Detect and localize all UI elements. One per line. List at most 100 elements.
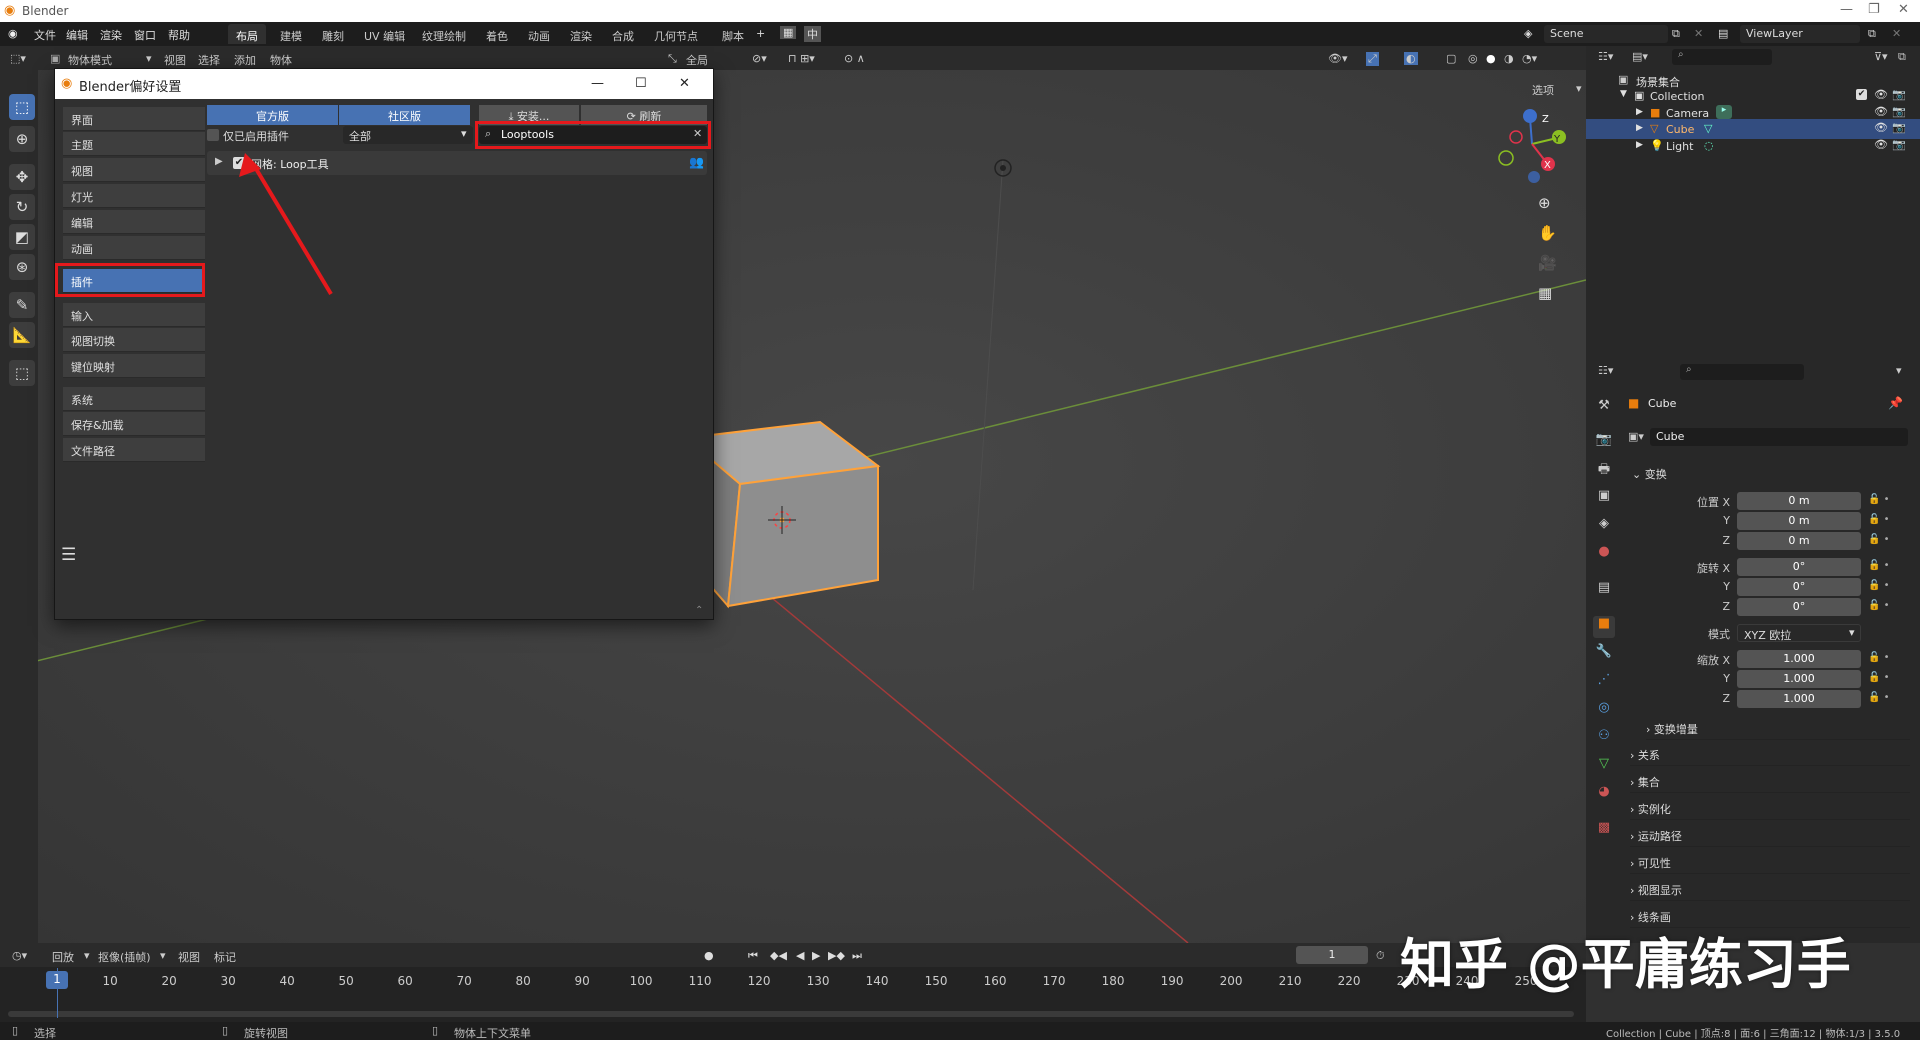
transform-orientation-icon[interactable]: ⤡	[668, 52, 677, 66]
expand-arrow-icon[interactable]: ▼	[1620, 89, 1627, 99]
tab-texture-paint[interactable]: 纹理绘制	[414, 24, 474, 44]
zoom-icon[interactable]: ⊕	[1538, 194, 1551, 212]
play-icon[interactable]: ▶	[812, 949, 820, 962]
editor-type-icon[interactable]: ⬚▾	[10, 52, 26, 65]
scale-y-field[interactable]: 1.000	[1737, 670, 1861, 688]
scene-tab-icon[interactable]: ◈	[1593, 516, 1615, 538]
lock-icon[interactable]: 🔓 •	[1868, 514, 1890, 525]
object-type-icon[interactable]: ▣▾	[1628, 430, 1644, 443]
transform-section-header[interactable]: ⌄ 变换	[1632, 466, 1667, 482]
shading-wireframe-icon[interactable]: ◎	[1468, 52, 1478, 65]
eye-icon[interactable]: 👁	[1874, 88, 1888, 101]
expand-arrow-icon[interactable]: ▶	[1636, 140, 1643, 150]
tab-compositing[interactable]: 合成	[604, 24, 642, 44]
scene-selector[interactable]: Scene	[1544, 25, 1668, 43]
delete-view-layer-icon[interactable]: ✕	[1892, 27, 1901, 40]
timeline-editor-icon[interactable]: ◷▾	[12, 949, 27, 962]
tab-rendering[interactable]: 渲染	[562, 24, 600, 44]
prev-keyframe-icon[interactable]: ◆◀	[770, 949, 787, 962]
stopwatch-icon[interactable]: ⏱	[1376, 949, 1385, 963]
xray-icon[interactable]: ▢	[1446, 52, 1456, 65]
lock-icon[interactable]: 🔓 •	[1868, 494, 1890, 505]
scene-icon[interactable]: ◈	[1524, 27, 1532, 40]
rotation-z-field[interactable]: 0°	[1737, 598, 1861, 616]
annotate-tool-icon[interactable]: ✎	[9, 292, 35, 318]
scale-tool-icon[interactable]: ◩	[9, 224, 35, 250]
resize-handle-icon[interactable]: ⌃	[695, 605, 703, 616]
render-tab-icon[interactable]: 📷	[1593, 432, 1615, 454]
timeline-menu-view[interactable]: 视图	[178, 949, 200, 965]
location-y-field[interactable]: 0 m	[1737, 512, 1861, 530]
data-tab-icon[interactable]: ▽	[1593, 756, 1615, 778]
collection-checkbox[interactable]: ✔	[1856, 89, 1867, 100]
timeline-menu-marker[interactable]: 标记	[214, 949, 236, 965]
tab-modeling[interactable]: 建模	[272, 24, 310, 44]
add-cube-tool-icon[interactable]: ⬚	[9, 360, 35, 386]
outliner-editor-icon[interactable]: ☷▾	[1598, 50, 1613, 63]
cursor-tool-icon[interactable]: ⊕	[9, 126, 35, 152]
pan-hand-icon[interactable]: ✋	[1538, 224, 1557, 242]
tab-shading[interactable]: 着色	[478, 24, 516, 44]
scale-x-field[interactable]: 1.000	[1737, 650, 1861, 668]
timeline-scrollbar[interactable]	[8, 1011, 1574, 1017]
viewport-menu-view[interactable]: 视图	[164, 52, 186, 68]
timeline-menu-playback[interactable]: 回放	[52, 949, 74, 965]
menu-edit[interactable]: 编辑	[66, 27, 88, 43]
jump-start-icon[interactable]: ⏮	[748, 949, 758, 963]
constraints-tab-icon[interactable]: ⚇	[1593, 728, 1615, 750]
measure-tool-icon[interactable]: 📐	[9, 322, 35, 348]
viewport-menu-select[interactable]: 选择	[198, 52, 220, 68]
physics-tab-icon[interactable]: ◎	[1593, 700, 1615, 722]
lock-icon[interactable]: 🔓 •	[1868, 534, 1890, 545]
play-reverse-icon[interactable]: ◀	[796, 949, 804, 962]
motion-paths-section[interactable]: › 运动路径	[1630, 823, 1910, 847]
relations-section[interactable]: › 关系	[1630, 742, 1910, 766]
close-icon[interactable]: ✕	[1898, 2, 1909, 17]
output-tab-icon[interactable]: 🖶	[1593, 460, 1615, 482]
minimize-icon[interactable]: —	[1840, 2, 1853, 17]
tab-scripting[interactable]: 脚本	[714, 24, 752, 44]
lock-icon[interactable]: 🔓 •	[1868, 580, 1890, 591]
menu-window[interactable]: 窗口	[134, 27, 156, 43]
lock-icon[interactable]: 🔓 •	[1868, 652, 1890, 663]
material-tab-icon[interactable]: ◕	[1593, 784, 1615, 806]
location-x-field[interactable]: 0 m	[1737, 492, 1861, 510]
collection-tab-icon[interactable]: ▤	[1593, 580, 1615, 602]
lock-icon[interactable]: 🔓 •	[1868, 600, 1890, 611]
lock-icon[interactable]: 🔓 •	[1868, 692, 1890, 703]
grid-perspective-icon[interactable]: ▦	[1538, 284, 1552, 302]
object-name-field[interactable]: Cube	[1650, 428, 1908, 446]
next-keyframe-icon[interactable]: ▶◆	[828, 949, 845, 962]
add-workspace-icon[interactable]: +	[756, 27, 765, 40]
modifier-tab-icon[interactable]: 🔧	[1593, 644, 1615, 666]
menu-render[interactable]: 渲染	[100, 27, 122, 43]
lock-icon[interactable]: 🔓 •	[1868, 560, 1890, 571]
filter-icon[interactable]: ⊽▾	[1874, 50, 1888, 63]
new-view-layer-icon[interactable]: ⧉	[1868, 27, 1876, 41]
tool-tab-icon[interactable]: ⚒	[1593, 398, 1615, 420]
viewport-menu-object[interactable]: 物体	[270, 52, 292, 68]
texture-tab-icon[interactable]: ▩	[1593, 820, 1615, 842]
eye-icon[interactable]: 👁	[1874, 121, 1888, 134]
pivot-icon[interactable]: ⊘▾	[752, 52, 767, 65]
delta-transform-section[interactable]: › 变换增量	[1646, 716, 1910, 740]
expand-arrow-icon[interactable]: ▶	[1636, 123, 1643, 133]
eye-icon[interactable]: 👁	[1874, 138, 1888, 151]
timeline-menu-keying[interactable]: 抠像(插帧)	[98, 949, 151, 965]
snap-icon[interactable]: ⊓ ⊞▾	[788, 52, 815, 65]
camera-render-icon[interactable]: 📷	[1892, 121, 1906, 134]
expand-arrow-icon[interactable]: ▶	[1636, 107, 1643, 117]
tab-animation[interactable]: 动画	[520, 24, 558, 44]
delete-scene-icon[interactable]: ✕	[1694, 27, 1703, 40]
shading-solid-icon[interactable]: ●	[1486, 52, 1496, 65]
viewport-display-section[interactable]: › 视图显示	[1630, 877, 1910, 901]
record-icon[interactable]: ●	[704, 949, 714, 962]
menu-help[interactable]: 帮助	[168, 27, 190, 43]
visibility-section[interactable]: › 可见性	[1630, 850, 1910, 874]
camera-view-icon[interactable]: 🎥	[1538, 254, 1557, 272]
tab-uv-edit[interactable]: UV 编辑	[356, 24, 413, 44]
outliner-item-light[interactable]: ▶ 💡 Light ◌ 👁 📷	[1586, 136, 1920, 156]
menu-file[interactable]: 文件	[34, 27, 56, 43]
shading-material-icon[interactable]: ◑	[1504, 52, 1514, 65]
properties-search-input[interactable]: ⌕	[1680, 364, 1804, 380]
